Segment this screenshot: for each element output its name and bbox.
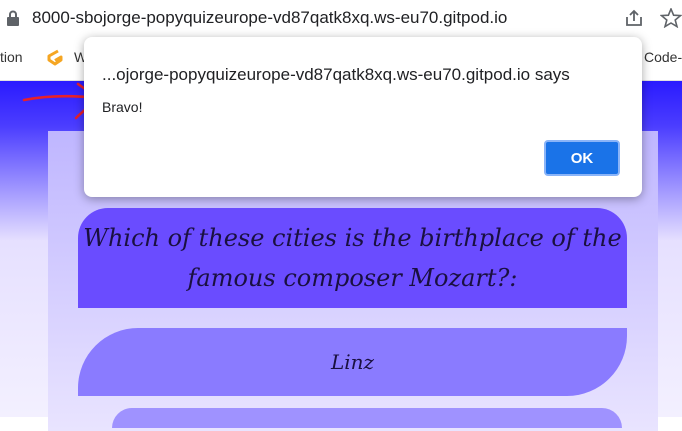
dialog-title: ...ojorge-popyquizeurope-vd87qatk8xq.ws-… (102, 65, 570, 84)
bookmark-item[interactable]: tion (0, 49, 23, 65)
question-text: Which of these cities is the birthplace … (78, 208, 627, 308)
url-text[interactable]: 8000-sbojorge-popyquizeurope-vd87qatk8xq… (32, 8, 507, 28)
answer-option-linz[interactable]: Linz (78, 328, 627, 396)
star-icon[interactable] (660, 8, 682, 28)
ok-button[interactable]: OK (544, 140, 620, 176)
share-icon[interactable] (624, 9, 644, 27)
dialog-message: Bravo! (102, 99, 143, 115)
answer-option[interactable] (112, 408, 622, 428)
alert-dialog: ...ojorge-popyquizeurope-vd87qatk8xq.ws-… (84, 37, 642, 197)
lock-icon[interactable] (6, 10, 20, 26)
gitpod-favicon-icon[interactable] (44, 47, 66, 69)
address-bar[interactable]: 8000-sbojorge-popyquizeurope-vd87qatk8xq… (0, 0, 682, 36)
bookmark-item[interactable]: Code- (644, 49, 682, 65)
